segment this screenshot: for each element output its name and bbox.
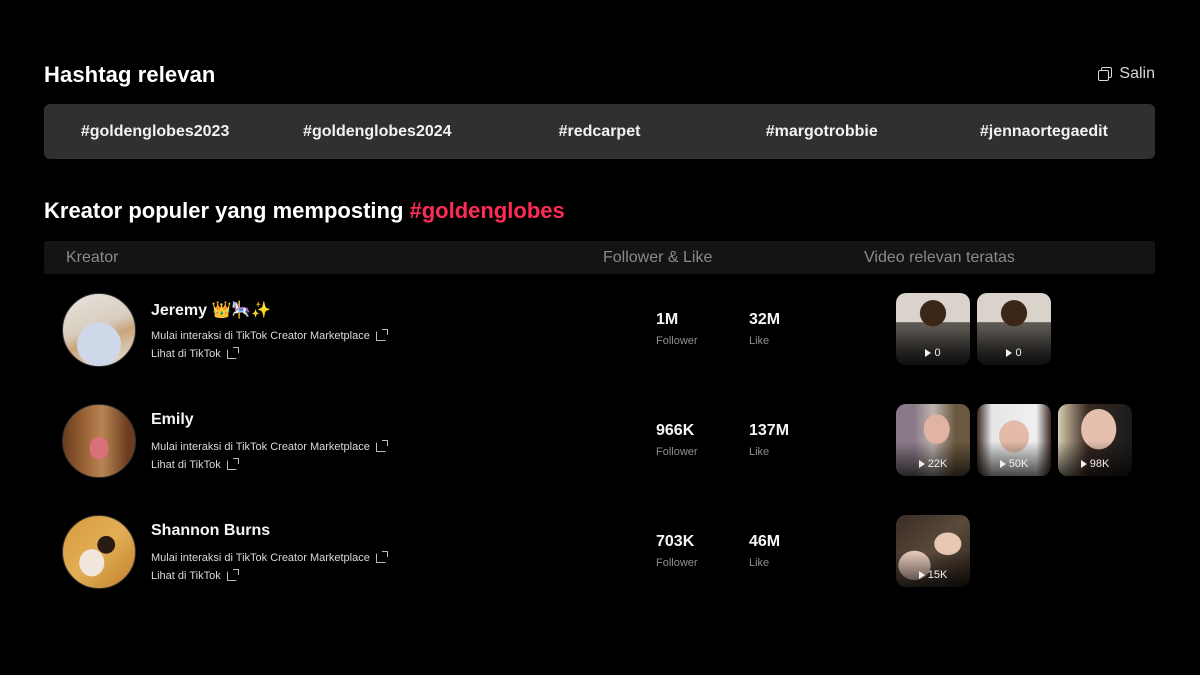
external-link-icon bbox=[375, 329, 388, 341]
hashtag-item[interactable]: #redcarpet bbox=[488, 123, 710, 141]
like-stat: 46M Like bbox=[749, 533, 780, 569]
marketplace-link[interactable]: Mulai interaksi di TikTok Creator Market… bbox=[151, 329, 388, 342]
creator-name[interactable]: Emily bbox=[151, 411, 194, 429]
video-list: 22K 50K 98K bbox=[896, 404, 1132, 476]
play-count: 98K bbox=[1058, 458, 1132, 470]
video-list: 0 0 bbox=[896, 293, 1051, 365]
hashtag-section-header: Hashtag relevan Salin bbox=[44, 60, 1155, 92]
creators-title-hashtag: #goldenglobes bbox=[409, 198, 565, 223]
play-count-value: 50K bbox=[1008, 458, 1029, 470]
hashtag-list: #goldenglobes2023 #goldenglobes2024 #red… bbox=[44, 104, 1155, 159]
video-thumbnail[interactable]: 50K bbox=[977, 404, 1051, 476]
marketplace-link-label: Mulai interaksi di TikTok Creator Market… bbox=[151, 552, 370, 564]
play-count-value: 22K bbox=[927, 458, 948, 470]
external-link-icon bbox=[226, 569, 239, 581]
like-stat: 32M Like bbox=[749, 311, 780, 347]
avatar[interactable] bbox=[62, 515, 136, 589]
column-header-creator: Kreator bbox=[66, 249, 119, 266]
play-count-value: 98K bbox=[1089, 458, 1110, 470]
play-count: 22K bbox=[896, 458, 970, 470]
like-label: Like bbox=[749, 446, 770, 458]
creators-table-header: Kreator Follower & Like Video relevan te… bbox=[44, 241, 1155, 274]
copy-button[interactable]: Salin bbox=[1097, 65, 1155, 83]
play-count-value: 0 bbox=[1015, 347, 1022, 359]
creator-row: Emily Mulai interaksi di TikTok Creator … bbox=[44, 404, 1155, 504]
play-icon bbox=[918, 460, 925, 468]
play-icon bbox=[918, 571, 925, 579]
follower-stat: 1M Follower bbox=[656, 311, 698, 347]
video-thumbnail[interactable]: 15K bbox=[896, 515, 970, 587]
follower-count: 966K bbox=[656, 422, 695, 439]
play-icon bbox=[999, 460, 1006, 468]
hashtag-item[interactable]: #jennaortegaedit bbox=[933, 123, 1155, 141]
follower-label: Follower bbox=[656, 446, 698, 458]
play-count-value: 0 bbox=[934, 347, 941, 359]
external-link-icon bbox=[226, 458, 239, 470]
external-link-icon bbox=[226, 347, 239, 359]
creators-section-title: Kreator populer yang memposting #goldeng… bbox=[44, 198, 565, 224]
tiktok-link-label: Lihat di TikTok bbox=[151, 348, 221, 360]
creators-title-text: Kreator populer yang memposting bbox=[44, 198, 410, 223]
tiktok-link-label: Lihat di TikTok bbox=[151, 570, 221, 582]
like-count: 137M bbox=[749, 422, 790, 439]
video-thumbnail[interactable]: 0 bbox=[977, 293, 1051, 365]
video-thumbnail[interactable]: 98K bbox=[1058, 404, 1132, 476]
external-link-icon bbox=[375, 440, 388, 452]
play-icon bbox=[1080, 460, 1087, 468]
like-label: Like bbox=[749, 335, 770, 347]
hashtag-item[interactable]: #goldenglobes2023 bbox=[44, 123, 266, 141]
creator-row: Jeremy 👑🎠✨ Mulai interaksi di TikTok Cre… bbox=[44, 293, 1155, 393]
play-count: 15K bbox=[896, 569, 970, 581]
creator-row: Shannon Burns Mulai interaksi di TikTok … bbox=[44, 515, 1155, 615]
play-icon bbox=[925, 349, 932, 357]
avatar[interactable] bbox=[62, 293, 136, 367]
copy-label: Salin bbox=[1119, 65, 1155, 82]
hashtag-item[interactable]: #margotrobbie bbox=[711, 123, 933, 141]
play-icon bbox=[1006, 349, 1013, 357]
follower-count: 703K bbox=[656, 533, 695, 550]
marketplace-link-label: Mulai interaksi di TikTok Creator Market… bbox=[151, 330, 370, 342]
creator-name[interactable]: Jeremy 👑🎠✨ bbox=[151, 300, 271, 320]
play-count: 50K bbox=[977, 458, 1051, 470]
tiktok-link[interactable]: Lihat di TikTok bbox=[151, 347, 239, 360]
column-header-videos: Video relevan teratas bbox=[864, 249, 1015, 266]
play-count: 0 bbox=[977, 347, 1051, 359]
hashtag-item[interactable]: #goldenglobes2024 bbox=[266, 123, 488, 141]
follower-stat: 966K Follower bbox=[656, 422, 698, 458]
tiktok-link-label: Lihat di TikTok bbox=[151, 459, 221, 471]
play-count-value: 15K bbox=[927, 569, 948, 581]
column-header-follower-like: Follower & Like bbox=[603, 249, 713, 266]
hashtag-section-title: Hashtag relevan bbox=[44, 62, 216, 87]
follower-label: Follower bbox=[656, 335, 698, 347]
follower-label: Follower bbox=[656, 557, 698, 569]
play-count: 0 bbox=[896, 347, 970, 359]
like-count: 32M bbox=[749, 311, 781, 328]
video-thumbnail[interactable]: 0 bbox=[896, 293, 970, 365]
avatar[interactable] bbox=[62, 404, 136, 478]
tiktok-link[interactable]: Lihat di TikTok bbox=[151, 458, 239, 471]
video-thumbnail[interactable]: 22K bbox=[896, 404, 970, 476]
like-count: 46M bbox=[749, 533, 781, 550]
like-stat: 137M Like bbox=[749, 422, 789, 458]
like-label: Like bbox=[749, 557, 770, 569]
video-list: 15K bbox=[896, 515, 970, 587]
marketplace-link[interactable]: Mulai interaksi di TikTok Creator Market… bbox=[151, 551, 388, 564]
marketplace-link[interactable]: Mulai interaksi di TikTok Creator Market… bbox=[151, 440, 388, 453]
follower-stat: 703K Follower bbox=[656, 533, 698, 569]
external-link-icon bbox=[375, 551, 388, 563]
tiktok-link[interactable]: Lihat di TikTok bbox=[151, 569, 239, 582]
copy-icon bbox=[1097, 66, 1113, 82]
marketplace-link-label: Mulai interaksi di TikTok Creator Market… bbox=[151, 441, 370, 453]
creator-name[interactable]: Shannon Burns bbox=[151, 522, 270, 540]
follower-count: 1M bbox=[656, 311, 679, 328]
